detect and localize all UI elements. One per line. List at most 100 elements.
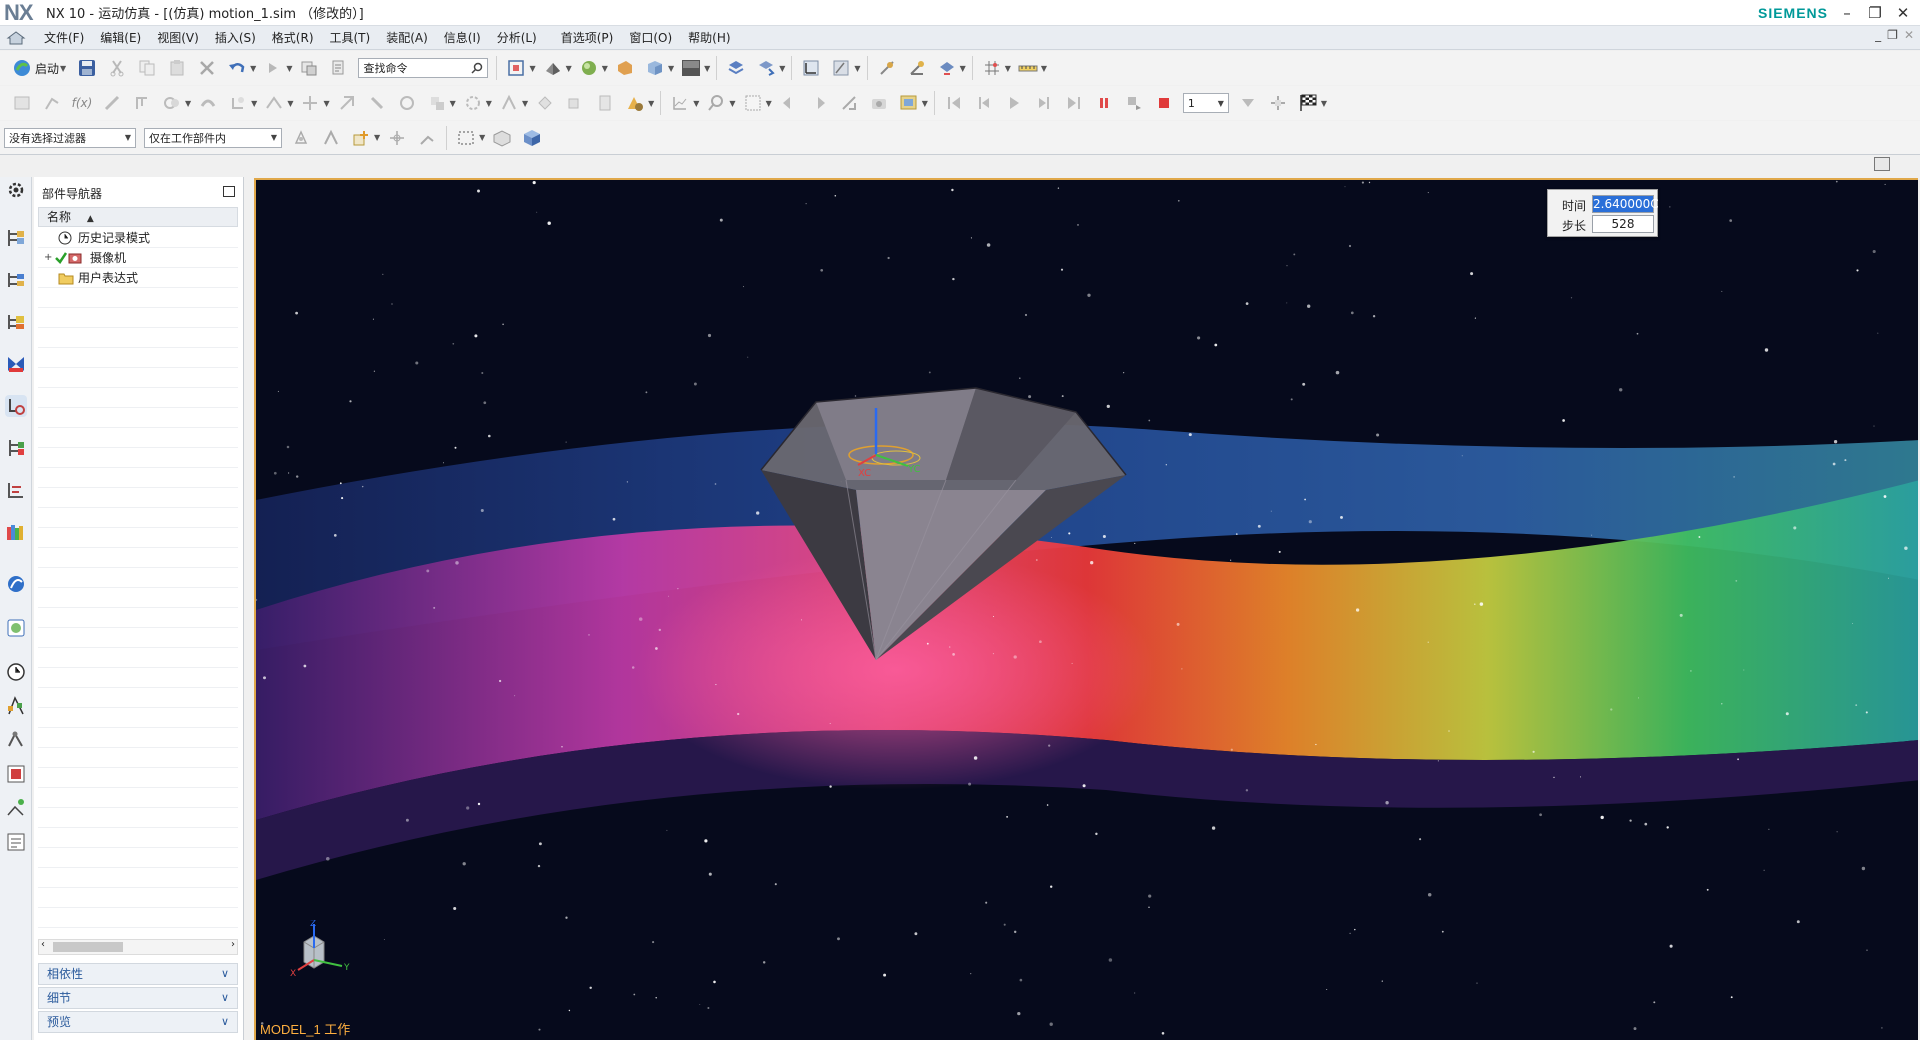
curve-on-curve-icon[interactable] (461, 91, 485, 115)
start-button[interactable]: 启动 ▼ (8, 55, 72, 81)
selection-scope-select[interactable]: 仅在工作部件内 ▼ (144, 127, 282, 148)
paste-special-icon[interactable] (327, 56, 351, 80)
manufacturing-wizards-icon[interactable] (5, 763, 27, 785)
panel-details[interactable]: 细节 ∨ (38, 987, 238, 1009)
chevron-down-icon[interactable]: ▼ (522, 99, 528, 108)
copy-icon[interactable] (135, 56, 159, 80)
panel-dependencies[interactable]: 相依性 ∨ (38, 963, 238, 985)
measure-icon[interactable] (593, 91, 617, 115)
history-icon[interactable] (5, 617, 27, 639)
general-selection-icon[interactable] (289, 126, 313, 150)
menu-tools[interactable]: 工具(T) (322, 29, 379, 46)
arrow-left-icon[interactable] (777, 91, 801, 115)
expand-plus-icon[interactable]: + (44, 248, 52, 268)
chevron-down-icon[interactable]: ▼ (185, 99, 191, 108)
home-icon[interactable] (6, 30, 26, 46)
process-studio-icon[interactable] (5, 729, 27, 751)
time-field[interactable]: 2.640000C (1592, 195, 1659, 213)
view-cube-icon[interactable] (643, 56, 667, 80)
undo-icon[interactable] (225, 56, 249, 80)
select-tangent-icon[interactable] (415, 126, 439, 150)
sensor-icon[interactable] (335, 91, 359, 115)
constraint-navigator-icon[interactable] (5, 269, 27, 291)
menu-format[interactable]: 格式(R) (264, 29, 322, 46)
menu-window[interactable]: 窗口(O) (621, 29, 680, 46)
chevron-down-icon[interactable]: ▼ (566, 64, 572, 73)
measure-angle-icon[interactable] (905, 56, 929, 80)
go-to-end-icon[interactable] (1062, 91, 1086, 115)
roles-icon[interactable] (5, 797, 27, 819)
envelope-icon[interactable] (741, 91, 765, 115)
scroll-right-icon[interactable]: › (231, 939, 235, 950)
stop-icon[interactable] (1152, 91, 1176, 115)
chevron-down-icon[interactable]: ▼ (479, 133, 485, 142)
step-back-icon[interactable] (972, 91, 996, 115)
system-scenes-icon[interactable] (5, 831, 27, 853)
command-search-input[interactable]: 查找命令 (358, 58, 489, 78)
chevron-down-icon[interactable]: ▼ (1041, 64, 1047, 73)
menu-assembly[interactable]: 装配(A) (378, 29, 436, 46)
layer-settings-icon[interactable] (724, 56, 748, 80)
force-icon[interactable] (365, 91, 389, 115)
chevron-down-icon[interactable]: ▼ (486, 99, 492, 108)
maximize-icon[interactable] (223, 186, 235, 197)
assembly-navigator-icon[interactable] (5, 227, 27, 249)
menu-view[interactable]: 视图(V) (149, 29, 207, 46)
scrollbar-thumb[interactable] (53, 942, 123, 952)
snap-grid-icon[interactable] (980, 56, 1004, 80)
scroll-left-icon[interactable]: ‹ (41, 939, 45, 950)
step-field[interactable]: 528 (1592, 215, 1654, 233)
chevron-down-icon[interactable]: ▼ (602, 64, 608, 73)
chevron-down-icon[interactable]: ▼ (648, 99, 654, 108)
save-icon[interactable] (75, 56, 99, 80)
doc-restore-icon[interactable]: ❐ (1887, 28, 1898, 42)
measure-distance-icon[interactable] (875, 56, 899, 80)
menu-help[interactable]: 帮助(H) (680, 29, 738, 46)
checkmark-icon[interactable] (54, 251, 68, 265)
damper-icon[interactable] (160, 91, 184, 115)
select-faces-icon[interactable] (319, 126, 343, 150)
assembly-constraint-icon[interactable] (935, 56, 959, 80)
horizontal-scrollbar[interactable]: ‹ › (38, 939, 238, 955)
chevron-down-icon[interactable]: ▼ (1005, 64, 1011, 73)
nav-item-history-mode[interactable]: 历史记录模式 (38, 228, 238, 248)
menu-insert[interactable]: 插入(S) (207, 29, 264, 46)
move-layer-icon[interactable] (754, 56, 778, 80)
close-icon[interactable]: ✕ (1890, 2, 1916, 24)
clock-icon[interactable] (5, 661, 27, 683)
menu-file[interactable]: 文件(F) (36, 29, 92, 46)
chevron-down-icon[interactable]: ▼ (251, 99, 257, 108)
chevron-down-icon[interactable]: ▼ (922, 99, 928, 108)
doc-minimize-icon[interactable]: _ (1875, 28, 1881, 42)
chevron-down-icon[interactable]: ▼ (323, 99, 329, 108)
chevron-down-icon[interactable]: ▼ (529, 64, 535, 73)
panel-preview[interactable]: 预览 ∨ (38, 1011, 238, 1033)
constraint-icon[interactable] (262, 91, 286, 115)
spring-icon[interactable] (130, 91, 154, 115)
chevron-down-icon[interactable]: ▼ (250, 64, 256, 73)
motion-navigator-icon[interactable] (5, 395, 27, 417)
chevron-down-icon[interactable]: ▼ (704, 64, 710, 73)
sort-ascending-icon[interactable]: ▲ (87, 214, 94, 224)
reuse-library-icon[interactable] (5, 353, 27, 375)
type-filter-select[interactable]: 没有选择过滤器 ▼ (4, 127, 136, 148)
system-materials-icon[interactable] (5, 695, 27, 717)
chevron-down-icon[interactable]: ▼ (766, 99, 772, 108)
link-icon[interactable] (40, 91, 64, 115)
menu-analysis[interactable]: 分析(L) (489, 29, 545, 46)
settings-gear-icon[interactable] (5, 179, 27, 201)
hd3d-tools-icon[interactable] (5, 437, 27, 459)
solid-cube-icon[interactable] (520, 126, 544, 150)
chevron-down-icon[interactable]: ▼ (960, 64, 966, 73)
chevron-down-icon[interactable]: ▼ (779, 64, 785, 73)
menu-preferences[interactable]: 首选项(P) (553, 29, 622, 46)
measure-ruler-icon[interactable] (1016, 56, 1040, 80)
minimize-icon[interactable]: – (1834, 2, 1860, 24)
gear-icon[interactable] (226, 91, 250, 115)
chevron-down-icon[interactable]: ▼ (854, 64, 860, 73)
view-triad[interactable]: Z X Y (282, 920, 362, 990)
chevron-down-icon[interactable]: ▼ (286, 64, 292, 73)
playback-step-select[interactable]: 1 ▼ (1182, 93, 1229, 113)
rectangle-select-icon[interactable] (454, 126, 478, 150)
nav-item-camera[interactable]: + 摄像机 (38, 248, 238, 268)
